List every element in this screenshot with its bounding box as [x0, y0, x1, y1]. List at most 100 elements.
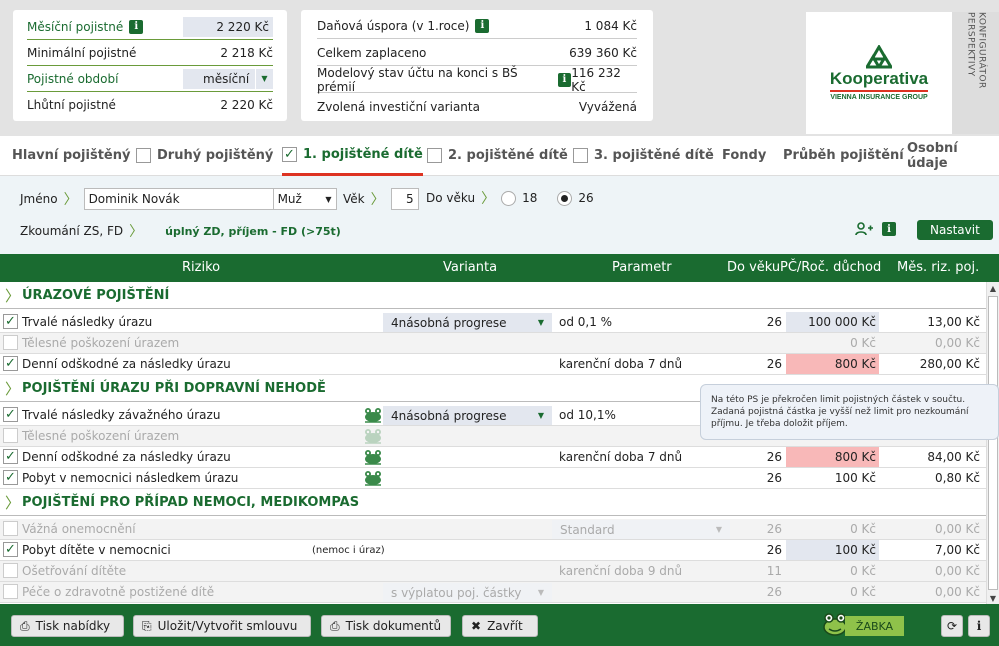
radio-to-age-18[interactable]	[501, 190, 517, 206]
tab-item[interactable]: 2. pojištěné dítě	[427, 136, 568, 176]
checkbox[interactable]	[427, 148, 442, 163]
monthly-premium-value: 0,00 Kč	[935, 585, 980, 599]
col-mes: Měs. riz. poj.	[897, 260, 980, 275]
sum-insured-input[interactable]: 0 Kč	[786, 519, 879, 539]
sum-insured-input[interactable]: 100 Kč	[786, 468, 879, 488]
variant-select[interactable]: s výplatou poj. částky ▼	[383, 583, 552, 602]
checkbox-checked[interactable]: ✓	[3, 356, 18, 371]
table-scrollbar[interactable]: ▲ ▼	[986, 282, 999, 604]
configurator-label: KONFIGURÁTOR PERSPEKTIVY	[952, 12, 999, 134]
checkbox[interactable]	[3, 584, 18, 599]
variant-select[interactable]: 4násobná progrese ▼	[383, 406, 552, 425]
risk-label: Ošetřování dítěte	[22, 564, 127, 578]
parameter-select[interactable]: Standard ▼	[552, 520, 730, 539]
summary-value: 639 360 Kč	[569, 45, 637, 60]
tab-item[interactable]: Osobní údaje	[907, 136, 999, 176]
checkbox-checked[interactable]: ✓	[3, 449, 18, 464]
checkbox-checked[interactable]: ✓	[3, 314, 18, 329]
sum-insured-input[interactable]: 100 Kč	[786, 540, 879, 560]
tab-item[interactable]: Hlavní pojištěný	[12, 136, 130, 176]
save-contract-button[interactable]: ⎘ Uložit/Vytvořit smlouvu	[133, 615, 311, 637]
info-icon[interactable]: i	[129, 19, 144, 34]
frog-icon	[365, 471, 381, 486]
scroll-down-icon[interactable]: ▼	[987, 592, 999, 604]
table-row: Péče o zdravotně postižené dítě s výplato…	[0, 582, 986, 603]
info-icon[interactable]: i	[968, 615, 990, 637]
checkbox[interactable]	[3, 521, 18, 536]
monthly-premium-value: 13,00 Kč	[927, 315, 980, 329]
section-header[interactable]: 〉 POJIŠTĚNÍ PRO PŘÍPAD NEMOCI, MEDIKOMPAS	[0, 489, 986, 516]
period-select[interactable]: měsíční ▼	[183, 68, 273, 89]
scroll-thumb[interactable]	[988, 296, 998, 590]
info-icon[interactable]: i	[882, 222, 896, 236]
table-row: ✓ Pobyt v nemocnici následkem úrazu 26 100 …	[0, 468, 986, 489]
table-row: ✓ Trvalé následky úrazu 4násobná progrese ▼…	[0, 312, 986, 333]
summary-label: Daňová úspora (v 1.roce) i	[317, 18, 490, 33]
risk-label: Vážná onemocnění	[22, 522, 136, 536]
to-age-label: Do věku	[426, 191, 476, 205]
sum-insured-input[interactable]: 100 000 Kč	[786, 312, 879, 332]
print-offer-button[interactable]: ⎙ Tisk nabídky	[11, 615, 124, 637]
sum-insured-input[interactable]: 0 Kč	[786, 561, 879, 581]
radio-label-26: 26	[578, 191, 594, 205]
risk-label: Trvalé následky úrazu	[22, 315, 153, 329]
risk-label: Trvalé následky závažného úrazu	[22, 408, 221, 422]
summary-value: Vyvážená	[578, 100, 637, 114]
sum-insured-input[interactable]: 0 Kč	[786, 333, 879, 353]
set-button[interactable]: Nastavit	[917, 220, 993, 240]
summary-value: 2 220 Kč	[183, 16, 273, 37]
age-label: Věk	[343, 192, 365, 206]
monthly-premium-value: 0,80 Kč	[935, 471, 980, 485]
tab-item[interactable]: ✓ 1. pojištěné dítě	[282, 136, 423, 176]
summary-label: Pojistné období	[27, 71, 119, 86]
checkbox[interactable]	[136, 148, 151, 163]
table-row: Tělesné poškození úrazem 0 Kč 0,00 Kč	[0, 333, 986, 354]
refresh-icon[interactable]: ⟳	[941, 615, 963, 637]
add-person-icon[interactable]	[855, 222, 873, 236]
col-parametr: Parametr	[612, 260, 672, 275]
info-icon[interactable]: i	[557, 72, 572, 87]
section-header[interactable]: 〉 ÚRAZOVÉ POJIŠTĚNÍ	[0, 282, 986, 309]
age-field-group: Věk 〉 5	[343, 188, 419, 210]
frog-icon	[365, 408, 381, 423]
tab-item[interactable]: Fondy	[722, 136, 766, 176]
risk-label: Tělesné poškození úrazem	[22, 336, 180, 350]
print-documents-button[interactable]: ⎙ Tisk dokumentů	[321, 615, 451, 637]
checkbox-checked[interactable]: ✓	[3, 407, 18, 422]
logo-subtitle: VIENNA INSURANCE GROUP	[830, 94, 928, 101]
scroll-up-icon[interactable]: ▲	[987, 282, 999, 294]
tab-item[interactable]: 3. pojištěné dítě	[573, 136, 714, 176]
sum-insured-input[interactable]: 800 Kč	[786, 447, 879, 467]
checkbox-checked[interactable]: ✓	[3, 542, 18, 557]
zabka-button[interactable]: ŽABKA	[845, 616, 904, 636]
checkbox[interactable]	[3, 428, 18, 443]
variant-select[interactable]: 4násobná progrese ▼	[383, 313, 552, 332]
checkbox-checked[interactable]: ✓	[282, 146, 297, 162]
checkbox[interactable]	[3, 335, 18, 350]
name-input[interactable]: Dominik Novák	[83, 188, 274, 210]
table-row: ✓ Pobyt dítěte v nemocnici (nemoc i úraz) 2…	[0, 540, 986, 561]
sum-insured-input[interactable]: 800 Kč	[786, 354, 879, 374]
checkbox[interactable]	[3, 563, 18, 578]
frog-icon	[365, 429, 381, 444]
info-icon[interactable]: i	[475, 18, 490, 33]
summary-value: 116 232 Kč	[571, 65, 621, 94]
checkbox[interactable]	[573, 148, 588, 163]
table-row: Ošetřování dítěte karenční doba 9 dnů 11 0 …	[0, 561, 986, 582]
gender-select[interactable]: Muž ▼	[272, 188, 337, 210]
age-input[interactable]: 5	[390, 188, 419, 210]
summary-label: Celkem zaplaceno	[317, 45, 427, 60]
sum-insured-input[interactable]: 0 Kč	[786, 582, 879, 602]
age-value: 11	[766, 564, 782, 578]
radio-to-age-26[interactable]	[557, 190, 573, 206]
summary-label: Měsíční pojistné i	[27, 19, 144, 34]
close-button[interactable]: ✖ Zavřít	[462, 615, 538, 637]
name-label: Jméno	[20, 192, 58, 206]
risk-label: Pobyt v nemocnici následkem úrazu	[22, 471, 239, 485]
summary-label: Minimální pojistné	[27, 45, 137, 60]
checkbox-checked[interactable]: ✓	[3, 470, 18, 485]
printer-icon: ⎙	[330, 618, 340, 633]
tab-item[interactable]: Průběh pojištění	[783, 136, 904, 176]
tab-item[interactable]: Druhý pojištěný	[136, 136, 273, 176]
summary-row: Minimální pojistné 2 218 Kč	[27, 40, 273, 66]
